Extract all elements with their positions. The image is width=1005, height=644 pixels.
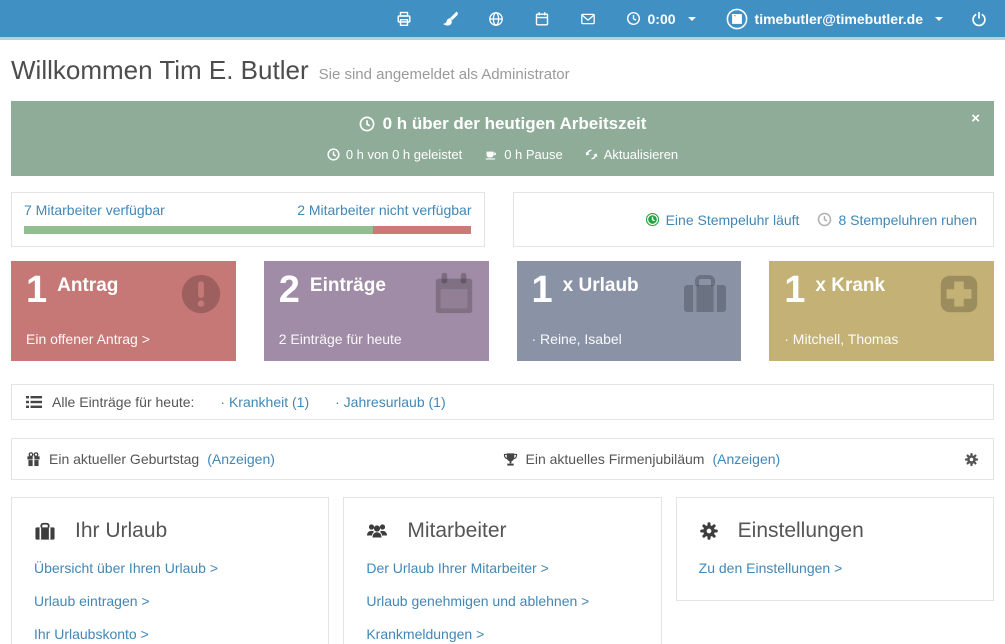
worktime-banner-details: 0 h von 0 h geleistet 0 h Pause Aktualis… (51, 147, 954, 162)
events-settings-button[interactable] (964, 452, 979, 467)
link-krankmeldungen[interactable]: Krankmeldungen > (366, 626, 638, 642)
top-navbar: 0:00 timebutler@timebutler.de (0, 0, 1005, 40)
birthday-item: Ein aktueller Geburtstag (Anzeigen) (26, 451, 503, 467)
page-header: Willkommen Tim E. Butler Sie sind angeme… (11, 55, 994, 86)
entries-label: Alle Einträge für heute: (26, 394, 194, 410)
link-zu-einstellungen[interactable]: Zu den Einstellungen > (699, 560, 971, 576)
print-button[interactable] (396, 11, 412, 27)
close-icon[interactable]: × (971, 111, 980, 126)
chevron-down-icon (935, 17, 943, 21)
clock-resting-link[interactable]: 8 Stempeluhren ruhen (817, 212, 977, 228)
avatar (726, 8, 748, 30)
link-urlaub-mitarbeiter[interactable]: Der Urlaub Ihrer Mitarbeiter > (366, 560, 638, 576)
account-dropdown[interactable]: timebutler@timebutler.de (726, 8, 943, 30)
list-icon (26, 395, 42, 409)
birthday-anzeigen-link[interactable]: (Anzeigen) (207, 451, 275, 467)
worktime-banner: 0 h über der heutigen Arbeitszeit 0 h vo… (11, 101, 994, 176)
language-button[interactable] (488, 11, 504, 27)
mail-button[interactable] (580, 11, 596, 27)
users-icon (366, 522, 388, 541)
stat-label: x Urlaub (563, 275, 639, 297)
jubilee-item: Ein aktuelles Firmenjubiläum (Anzeigen) (503, 451, 781, 467)
gift-icon (26, 452, 41, 467)
clock-icon (359, 116, 375, 132)
briefcase-icon (34, 521, 56, 541)
stat-sub: 2 Einträge für heute (279, 331, 402, 347)
section-title: Ihr Urlaub (75, 519, 167, 543)
section-title: Einstellungen (738, 519, 864, 543)
timer-value: 0:00 (648, 11, 676, 27)
link-urlaub-uebersicht[interactable]: Übersicht über Ihren Urlaub > (34, 560, 306, 576)
page-subtitle: Sie sind angemeldet als Administrator (319, 66, 570, 83)
availability-bar (24, 226, 472, 234)
card-krank[interactable]: 1 x Krank · Mitchell, Thomas (769, 261, 994, 361)
worktime-worked: 0 h von 0 h geleistet (327, 147, 462, 162)
logout-button[interactable] (971, 11, 987, 27)
clock-resting-icon (817, 212, 832, 227)
exclamation-circle-icon (178, 271, 224, 317)
globe-icon (488, 11, 504, 27)
calendar-icon (534, 11, 550, 27)
stat-label: Einträge (310, 275, 386, 297)
available-link[interactable]: 7 Mitarbeiter verfügbar (24, 202, 165, 218)
section-einstellungen: Einstellungen Zu den Einstellungen > (676, 497, 994, 601)
theme-button[interactable] (442, 11, 458, 27)
calendar-button[interactable] (534, 11, 550, 27)
stopwatch-panel: Eine Stempeluhr läuft 8 Stempeluhren ruh… (513, 192, 995, 247)
clock-running-icon (645, 212, 660, 227)
plus-square-icon (936, 271, 982, 317)
envelope-icon (580, 11, 596, 27)
account-email: timebutler@timebutler.de (755, 11, 923, 27)
coffee-cup-icon (484, 148, 498, 161)
calendar-icon (431, 271, 477, 317)
sections-row: Ihr Urlaub Übersicht über Ihren Urlaub >… (11, 497, 994, 644)
stat-number: 1 (26, 274, 47, 306)
brush-icon (442, 11, 458, 27)
entries-row: Alle Einträge für heute: · Krankheit (1)… (11, 384, 994, 420)
timer-dropdown[interactable]: 0:00 (626, 11, 696, 27)
worktime-banner-title: 0 h über der heutigen Arbeitszeit (359, 114, 647, 134)
clock-running-link[interactable]: Eine Stempeluhr läuft (645, 212, 800, 228)
printer-icon (396, 11, 412, 27)
worktime-pause: 0 h Pause (484, 147, 563, 162)
stat-number: 2 (279, 274, 300, 306)
chevron-down-icon (688, 17, 696, 21)
trophy-icon (503, 452, 518, 467)
refresh-icon (585, 148, 598, 161)
gear-icon (964, 452, 979, 467)
section-title: Mitarbeiter (407, 519, 506, 543)
clock-icon (327, 148, 340, 161)
availability-bar-unavailable (373, 226, 471, 234)
stat-sub: · Mitchell, Thomas (784, 331, 898, 347)
entries-link-krankheit[interactable]: · Krankheit (1) (220, 394, 309, 410)
entries-link-jahresurlaub[interactable]: · Jahresurlaub (1) (335, 394, 446, 410)
availability-panel: 7 Mitarbeiter verfügbar 2 Mitarbeiter ni… (11, 192, 485, 247)
page-title: Willkommen Tim E. Butler (11, 55, 309, 86)
link-urlaub-genehmigen[interactable]: Urlaub genehmigen und ablehnen > (366, 593, 638, 609)
worktime-refresh[interactable]: Aktualisieren (585, 147, 678, 162)
stat-label: Antrag (57, 275, 118, 297)
link-urlaub-eintragen[interactable]: Urlaub eintragen > (34, 593, 306, 609)
events-row: Ein aktueller Geburtstag (Anzeigen) Ein … (11, 438, 994, 480)
link-urlaubskonto[interactable]: Ihr Urlaubskonto > (34, 626, 306, 642)
availability-bar-available (24, 226, 373, 234)
stat-number: 1 (784, 274, 805, 306)
section-mitarbeiter: Mitarbeiter Der Urlaub Ihrer Mitarbeiter… (343, 497, 661, 644)
card-eintraege[interactable]: 2 Einträge 2 Einträge für heute (264, 261, 489, 361)
unavailable-link[interactable]: 2 Mitarbeiter nicht verfügbar (297, 202, 471, 218)
stat-cards-row: 1 Antrag Ein offener Antrag > 2 Einträge (11, 261, 994, 361)
power-icon (971, 11, 987, 27)
card-antrag[interactable]: 1 Antrag Ein offener Antrag > (11, 261, 236, 361)
briefcase-icon (681, 271, 729, 315)
section-ihr-urlaub: Ihr Urlaub Übersicht über Ihren Urlaub >… (11, 497, 329, 644)
availability-row: 7 Mitarbeiter verfügbar 2 Mitarbeiter ni… (11, 192, 994, 247)
gear-icon (699, 521, 719, 541)
stat-number: 1 (532, 274, 553, 306)
stat-sub: · Reine, Isabel (532, 331, 622, 347)
card-urlaub[interactable]: 1 x Urlaub · Reine, Isabel (517, 261, 742, 361)
stat-label: x Krank (815, 275, 885, 297)
jubilee-anzeigen-link[interactable]: (Anzeigen) (712, 451, 780, 467)
clock-icon (626, 11, 641, 26)
stat-sub: Ein offener Antrag > (26, 331, 150, 347)
